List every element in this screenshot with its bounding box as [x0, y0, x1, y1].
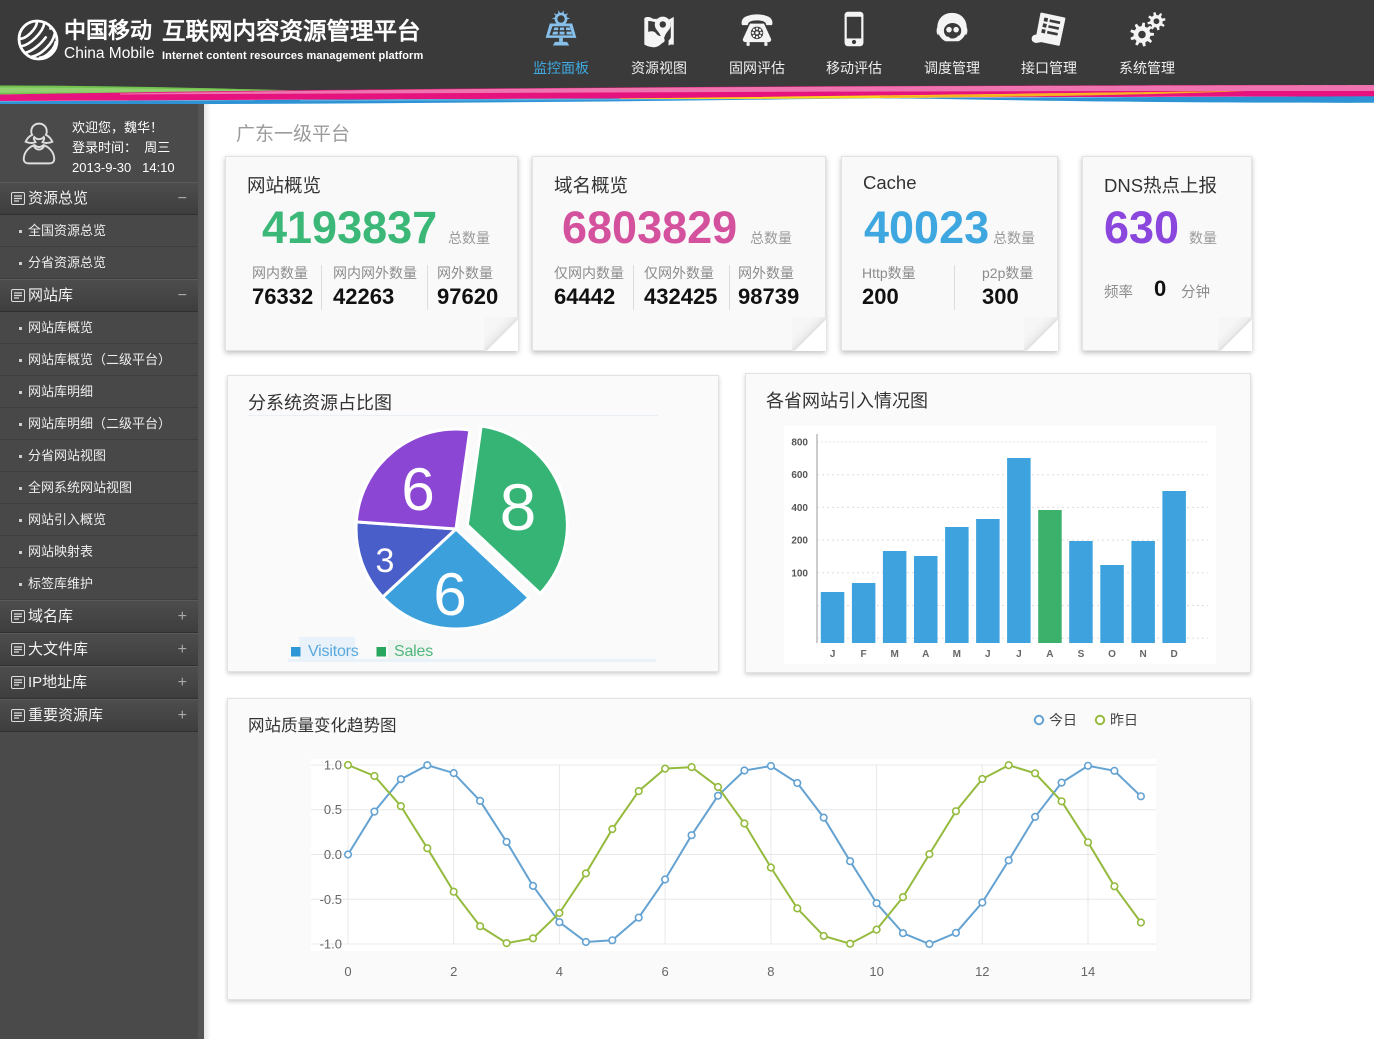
svg-text:-0.5: -0.5 — [320, 892, 342, 907]
svg-text:4: 4 — [556, 964, 563, 979]
svg-text:12: 12 — [975, 964, 989, 979]
svg-text:200: 200 — [791, 536, 808, 547]
svg-text:J: J — [1016, 649, 1022, 660]
svg-text:A: A — [922, 649, 929, 660]
svg-text:1.0: 1.0 — [324, 758, 342, 773]
svg-text:10: 10 — [869, 964, 883, 979]
svg-text:0: 0 — [344, 964, 351, 979]
svg-text:2: 2 — [450, 964, 457, 979]
svg-text:N: N — [1139, 649, 1146, 660]
svg-text:600: 600 — [791, 470, 808, 481]
svg-text:D: D — [1170, 649, 1177, 660]
svg-text:O: O — [1108, 649, 1116, 660]
svg-text:14: 14 — [1081, 964, 1095, 979]
svg-text:M: M — [953, 649, 961, 660]
svg-text:6: 6 — [401, 456, 434, 523]
svg-text:400: 400 — [791, 503, 808, 514]
svg-text:8: 8 — [767, 964, 774, 979]
svg-text:6: 6 — [433, 561, 466, 628]
svg-text:800: 800 — [791, 438, 808, 449]
svg-text:J: J — [830, 649, 836, 660]
svg-text:0.5: 0.5 — [324, 802, 342, 817]
svg-text:3: 3 — [376, 542, 395, 580]
svg-text:M: M — [891, 649, 899, 660]
svg-text:Sales: Sales — [394, 643, 433, 660]
svg-text:S: S — [1078, 649, 1085, 660]
svg-text:0.0: 0.0 — [324, 847, 342, 862]
svg-text:A: A — [1046, 649, 1053, 660]
svg-text:F: F — [861, 649, 867, 660]
svg-text:-1.0: -1.0 — [320, 937, 342, 952]
svg-text:昨日: 昨日 — [1110, 712, 1138, 728]
svg-text:Visitors: Visitors — [308, 643, 359, 660]
svg-text:J: J — [985, 649, 991, 660]
svg-text:今日: 今日 — [1049, 712, 1077, 728]
svg-text:6: 6 — [661, 964, 668, 979]
svg-text:100: 100 — [791, 568, 808, 579]
svg-text:8: 8 — [500, 470, 537, 544]
